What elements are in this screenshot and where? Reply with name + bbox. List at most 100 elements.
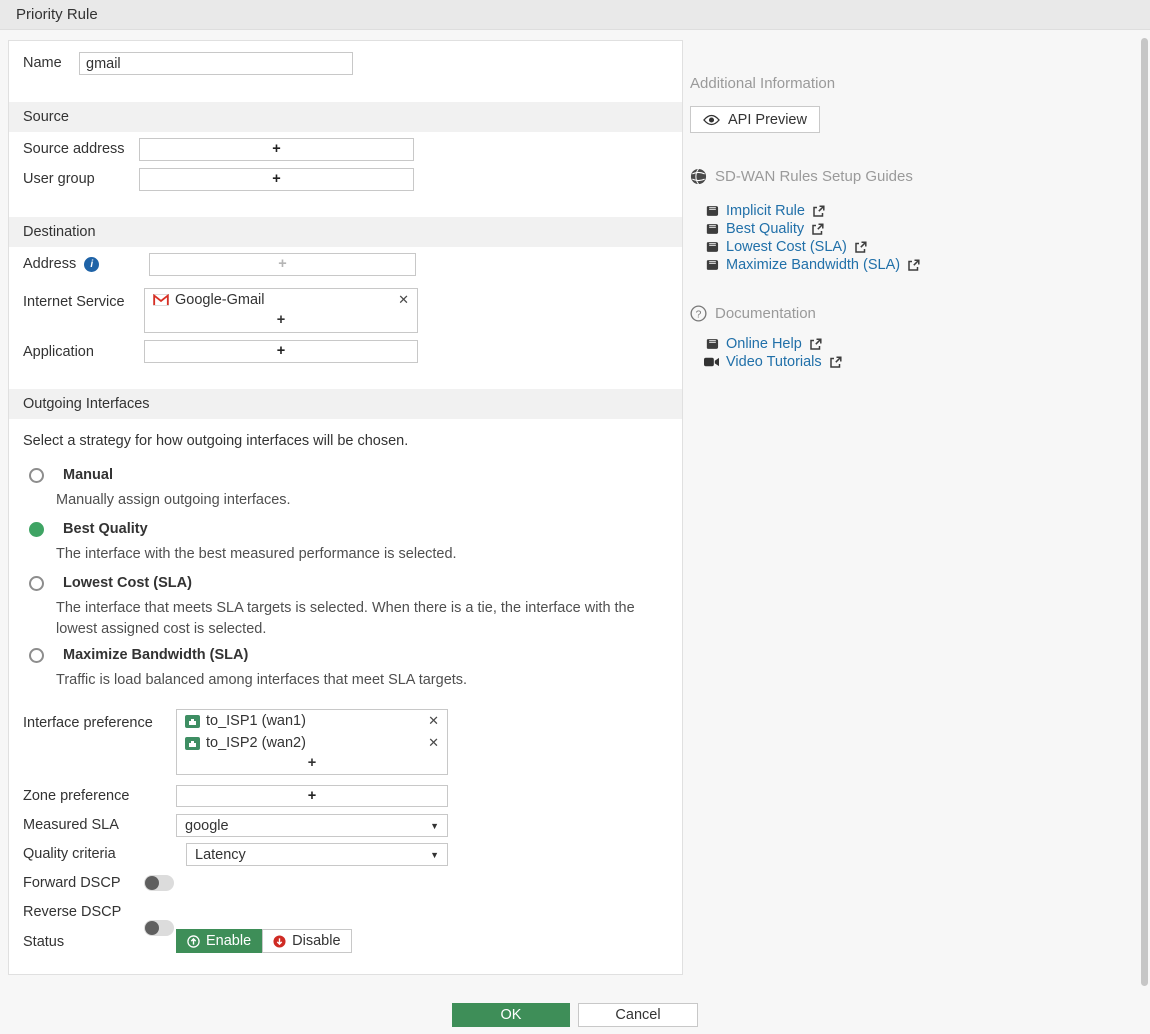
interface-item: to_ISP1 (wan1) ✕: [177, 710, 447, 732]
application-label: Application: [23, 344, 94, 360]
internet-service-name: Google-Gmail: [175, 292, 265, 308]
strategy-option-manual[interactable]: Manual: [29, 467, 113, 483]
measured-sla-value: google: [185, 817, 229, 834]
interface-preference-label: Interface preference: [23, 715, 153, 731]
doc-link-online-help: Online Help: [706, 335, 822, 353]
remove-icon[interactable]: ✕: [428, 713, 439, 729]
radio-icon[interactable]: [29, 647, 44, 663]
name-label: Name: [23, 55, 62, 71]
remove-icon[interactable]: ✕: [428, 735, 439, 751]
book-icon: [706, 242, 719, 252]
book-icon: [706, 224, 719, 234]
question-icon: ?: [690, 305, 707, 322]
book-icon: [706, 260, 719, 270]
book-icon: [706, 206, 719, 216]
port-icon: [185, 736, 200, 750]
radio-icon[interactable]: [29, 575, 44, 591]
external-link-icon: [829, 355, 842, 368]
radio-icon[interactable]: [29, 467, 44, 483]
quality-criteria-value: Latency: [195, 846, 246, 863]
info-icon[interactable]: i: [84, 256, 100, 272]
strategy-option-best-quality[interactable]: Best Quality: [29, 521, 148, 537]
reverse-dscp-label: Reverse DSCP: [23, 904, 122, 920]
section-header-source: Source: [9, 102, 682, 132]
plus-icon: +: [307, 788, 317, 804]
guide-link-implicit-rule: Implicit Rule: [706, 202, 825, 220]
page-title: Priority Rule: [16, 6, 98, 23]
interface-name: to_ISP1 (wan1): [206, 713, 306, 729]
documentation-title: ? Documentation: [690, 305, 816, 322]
external-link-icon: [908, 258, 920, 271]
plus-icon: +: [276, 343, 286, 359]
internet-service-label: Internet Service: [23, 294, 125, 310]
reverse-dscp-toggle[interactable]: [144, 920, 174, 936]
circle-down-arrow-icon: [273, 934, 286, 948]
doc-link-video-tutorials: Video Tutorials: [704, 353, 842, 371]
interface-preference-box: to_ISP1 (wan1) ✕ to_ISP2 (wan2) ✕ +: [176, 709, 448, 775]
strategy-desc-maximize-bandwidth: Traffic is load balanced among interface…: [56, 672, 468, 688]
strategy-desc-best-quality: The interface with the best measured per…: [56, 546, 457, 562]
address-add-button[interactable]: +: [149, 253, 416, 276]
interface-item: to_ISP2 (wan2) ✕: [177, 732, 447, 754]
status-enable-button[interactable]: Enable: [176, 929, 263, 953]
plus-icon: +: [272, 171, 281, 187]
name-input[interactable]: [79, 52, 353, 75]
interface-preference-add-button[interactable]: +: [177, 754, 447, 774]
user-group-label: User group: [23, 171, 95, 187]
zone-preference-add-button[interactable]: +: [176, 785, 448, 807]
gmail-icon: [153, 294, 169, 306]
measured-sla-select[interactable]: google ▼: [176, 814, 448, 837]
application-add-button[interactable]: +: [144, 340, 418, 363]
measured-sla-label: Measured SLA: [23, 817, 119, 833]
toggle-knob: [145, 921, 159, 935]
user-group-add-button[interactable]: +: [139, 168, 414, 191]
external-link-icon: [810, 337, 822, 350]
port-icon: [185, 714, 200, 728]
section-header-destination: Destination: [9, 217, 682, 247]
external-link-icon: [813, 204, 825, 217]
internet-service-box: Google-Gmail ✕ +: [144, 288, 418, 333]
toggle-knob: [145, 876, 159, 890]
forward-dscp-label: Forward DSCP: [23, 875, 121, 891]
api-preview-button[interactable]: API Preview: [690, 106, 820, 133]
plus-icon: +: [307, 755, 317, 771]
strategy-option-lowest-cost[interactable]: Lowest Cost (SLA): [29, 575, 192, 591]
interface-name: to_ISP2 (wan2): [206, 735, 306, 751]
plus-icon: +: [276, 312, 286, 328]
circle-up-arrow-icon: [187, 934, 200, 948]
status-segmented-control: Enable Disable: [176, 929, 352, 953]
strategy-hint: Select a strategy for how outgoing inter…: [23, 433, 409, 449]
strategy-desc-manual: Manually assign outgoing interfaces.: [56, 492, 291, 508]
eye-icon: [703, 114, 720, 125]
internet-service-add-button[interactable]: +: [145, 311, 417, 331]
strategy-option-maximize-bandwidth[interactable]: Maximize Bandwidth (SLA): [29, 647, 248, 663]
plus-icon: +: [272, 141, 281, 157]
external-link-icon: [855, 240, 867, 253]
globe-icon: [690, 168, 707, 185]
svg-text:?: ?: [696, 309, 702, 320]
ok-button[interactable]: OK: [452, 1003, 570, 1027]
guide-link-best-quality: Best Quality: [706, 220, 824, 238]
forward-dscp-toggle[interactable]: [144, 875, 174, 891]
quality-criteria-select[interactable]: Latency ▼: [186, 843, 448, 866]
source-address-label: Source address: [23, 141, 125, 157]
external-link-icon: [812, 222, 824, 235]
book-icon: [706, 339, 719, 349]
cancel-button[interactable]: Cancel: [578, 1003, 698, 1027]
quality-criteria-label: Quality criteria: [23, 846, 116, 862]
sdwan-guides-title: SD-WAN Rules Setup Guides: [690, 168, 913, 185]
guide-link-maximize-bandwidth: Maximize Bandwidth (SLA): [706, 256, 920, 274]
video-camera-icon: [704, 357, 719, 367]
status-label: Status: [23, 934, 65, 950]
titlebar: Priority Rule: [0, 0, 1150, 30]
radio-icon-selected[interactable]: [29, 521, 44, 537]
guide-link-lowest-cost: Lowest Cost (SLA): [706, 238, 867, 256]
status-disable-button[interactable]: Disable: [262, 929, 352, 953]
zone-preference-label: Zone preference: [23, 788, 130, 804]
chevron-down-icon: ▼: [430, 849, 439, 860]
chevron-down-icon: ▼: [430, 820, 439, 831]
address-label: Address i: [23, 256, 100, 272]
vertical-scrollbar[interactable]: [1141, 38, 1148, 986]
remove-icon[interactable]: ✕: [398, 292, 409, 308]
source-address-add-button[interactable]: +: [139, 138, 414, 161]
